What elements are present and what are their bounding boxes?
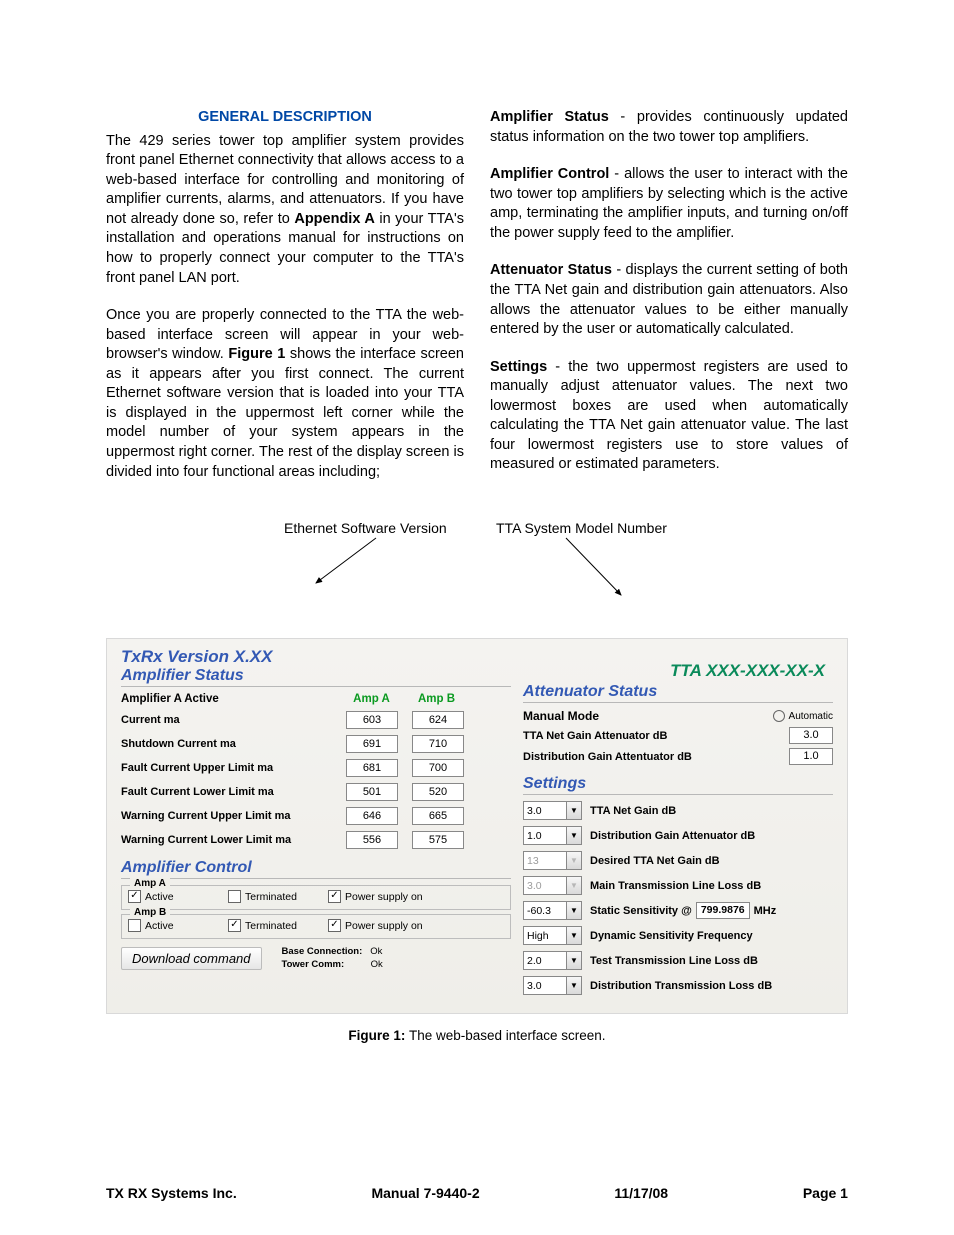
chevron-down-icon: ▼	[566, 802, 581, 819]
setting-select[interactable]: 3.0▼	[523, 976, 582, 995]
chevron-down-icon: ▼	[566, 977, 581, 994]
active-checkbox[interactable]: Active	[128, 919, 228, 932]
amp-a-value: 501	[346, 783, 398, 801]
setting-label: Distribution Transmission Loss dB	[590, 980, 772, 992]
amp-b-value: 520	[412, 783, 464, 801]
section-header: GENERAL DESCRIPTION	[106, 108, 464, 128]
chevron-down-icon: ▼	[566, 952, 581, 969]
setting-label: Distribution Gain Attenuator dB	[590, 830, 755, 842]
attenuator-status-title: Attenuator Status	[523, 683, 833, 703]
amp-b-value: 624	[412, 711, 464, 729]
amplifier-status-title: Amplifier Status	[121, 667, 511, 687]
amp-b-value: 700	[412, 759, 464, 777]
amp-active-label: Amplifier A Active	[121, 693, 339, 705]
amp-a-value: 646	[346, 807, 398, 825]
amplifier-control-title: Amplifier Control	[121, 859, 511, 879]
automatic-radio[interactable]	[773, 710, 785, 722]
power-supply-checkbox[interactable]: ✓Power supply on	[328, 890, 423, 903]
amp-a-value: 691	[346, 735, 398, 753]
amp-a-value: 603	[346, 711, 398, 729]
figure-caption: Figure 1: The web-based interface screen…	[106, 1028, 848, 1043]
amp-b-legend: Amp B	[130, 907, 170, 918]
active-checkbox[interactable]: ✓Active	[128, 890, 228, 903]
footer-date: 11/17/08	[614, 1185, 668, 1201]
manual-mode-label: Manual Mode	[523, 709, 773, 723]
setting-label: TTA Net Gain dB	[590, 805, 676, 817]
att-value: 1.0	[789, 748, 833, 765]
amp-row-label: Warning Current Upper Limit ma	[121, 810, 339, 822]
setting-select[interactable]: 3.0▼	[523, 801, 582, 820]
att-row-label: Distribution Gain Attentuator dB	[523, 751, 789, 763]
footer-page: Page 1	[803, 1185, 848, 1201]
amp-row-label: Warning Current Lower Limit ma	[121, 834, 339, 846]
amp-a-legend: Amp A	[130, 878, 170, 889]
chevron-down-icon: ▼	[566, 852, 581, 869]
chevron-down-icon: ▼	[566, 877, 581, 894]
paragraph: Amplifier Control - allows the user to i…	[490, 165, 848, 243]
paragraph: Settings - the two uppermost registers a…	[490, 358, 848, 475]
connection-status: Base Connection: Ok Tower Comm: Ok	[282, 945, 383, 972]
terminated-checkbox[interactable]: ✓Terminated	[228, 919, 328, 932]
amp-row-label: Fault Current Lower Limit ma	[121, 786, 339, 798]
callout-arrows	[106, 520, 848, 640]
amp-row-label: Fault Current Upper Limit ma	[121, 762, 339, 774]
setting-select: 13▼	[523, 851, 582, 870]
paragraph: The 429 series tower top amplifier syste…	[106, 132, 464, 289]
chevron-down-icon: ▼	[566, 827, 581, 844]
power-supply-checkbox[interactable]: ✓Power supply on	[328, 919, 423, 932]
frequency-input[interactable]: 799.9876	[696, 902, 750, 919]
amp-row-label: Current ma	[121, 714, 339, 726]
settings-title: Settings	[523, 775, 833, 795]
amp-b-fieldset: Amp B Active ✓Terminated ✓Power supply o…	[121, 914, 511, 939]
automatic-label: Automatic	[789, 711, 833, 722]
setting-label: Test Transmission Line Loss dB	[590, 955, 758, 967]
setting-select[interactable]: 2.0▼	[523, 951, 582, 970]
setting-label: Static Sensitivity @	[590, 905, 692, 917]
amp-b-header: Amp B	[404, 693, 469, 705]
att-value: 3.0	[789, 727, 833, 744]
paragraph: Amplifier Status - provides continuously…	[490, 108, 848, 147]
model-label: TTA XXX-XXX-XX-X	[670, 661, 825, 681]
interface-screenshot: TxRx Version X.XX TTA XXX-XXX-XX-X Ampli…	[106, 638, 848, 1014]
setting-select[interactable]: High▼	[523, 926, 582, 945]
setting-label: Dynamic Sensitivity Frequency	[590, 930, 753, 942]
amp-b-value: 575	[412, 831, 464, 849]
amp-row-label: Shutdown Current ma	[121, 738, 339, 750]
amp-a-header: Amp A	[339, 693, 404, 705]
setting-select: 3.0▼	[523, 876, 582, 895]
footer-manual: Manual 7-9440-2	[371, 1185, 479, 1201]
footer-company: TX RX Systems Inc.	[106, 1185, 237, 1201]
amp-b-value: 665	[412, 807, 464, 825]
setting-select[interactable]: 1.0▼	[523, 826, 582, 845]
paragraph: Attenuator Status - displays the current…	[490, 261, 848, 339]
att-row-label: TTA Net Gain Attenuator dB	[523, 730, 789, 742]
amp-a-fieldset: Amp A ✓Active Terminated ✓Power supply o…	[121, 885, 511, 910]
amp-a-value: 681	[346, 759, 398, 777]
setting-label: Desired TTA Net Gain dB	[590, 855, 720, 867]
download-command-button[interactable]: Download command	[121, 947, 262, 970]
setting-label: Main Transmission Line Loss dB	[590, 880, 761, 892]
chevron-down-icon: ▼	[566, 927, 581, 944]
amp-a-value: 556	[346, 831, 398, 849]
chevron-down-icon: ▼	[566, 902, 581, 919]
terminated-checkbox[interactable]: Terminated	[228, 890, 328, 903]
amp-b-value: 710	[412, 735, 464, 753]
unit-label: MHz	[754, 905, 777, 917]
paragraph: Once you are properly connected to the T…	[106, 306, 464, 482]
setting-select[interactable]: -60.3▼	[523, 901, 582, 920]
